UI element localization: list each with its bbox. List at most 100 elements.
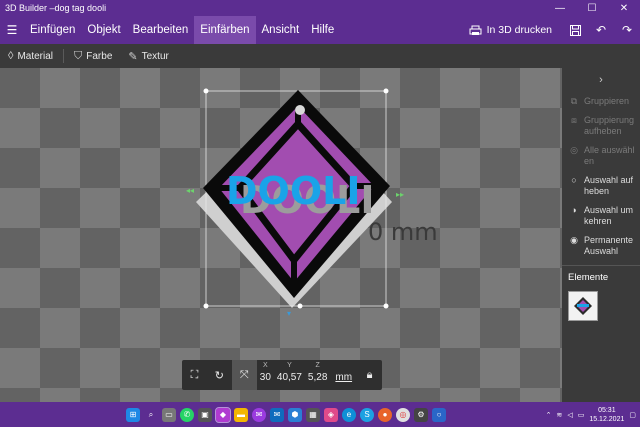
rotate-tool-button[interactable]: ↻ (207, 360, 232, 390)
wifi-icon[interactable]: ≋ (556, 411, 562, 419)
save-icon[interactable] (562, 16, 588, 44)
x-size-input[interactable]: X 30 (257, 360, 274, 390)
resize-handle[interactable] (383, 88, 389, 94)
maximize-button[interactable]: ☐ (576, 0, 608, 16)
color-label: Farbe (86, 50, 113, 62)
dog-tag-hole (295, 105, 305, 115)
droplet-icon: ◊ (8, 50, 14, 62)
print-3d-button[interactable]: In 3D drucken (459, 24, 562, 36)
clock[interactable]: 05:31 15.12.2021 (589, 406, 624, 424)
panel-item-label: Gruppierung aufheben (584, 115, 635, 136)
window-title: 3D Builder –dog tag dooli (5, 3, 107, 13)
move-arrow-left-icon[interactable]: ◂◂ (186, 186, 194, 195)
dimension-label: 0 mm (368, 218, 438, 246)
notifications-icon[interactable]: ▢ (629, 411, 636, 419)
print-3d-label: In 3D drucken (486, 24, 552, 36)
resize-handle[interactable] (383, 303, 389, 309)
chevron-up-icon[interactable]: ⌃ (546, 411, 552, 419)
messenger-icon[interactable]: ✉ (252, 407, 266, 422)
redo-icon[interactable]: ↷ (614, 16, 640, 44)
move-arrow-right-icon[interactable]: ▸▸ (396, 190, 404, 199)
3d-builder-icon[interactable]: ◆ (215, 406, 231, 423)
panel-item-label: Permanente Auswahl (584, 235, 634, 256)
undo-icon[interactable]: ↶ (588, 16, 614, 44)
resize-handle[interactable] (297, 303, 303, 309)
whatsapp-icon[interactable]: ✆ (180, 407, 194, 422)
start-icon[interactable]: ⊞ (126, 407, 140, 422)
cortana-icon[interactable]: ○ (432, 407, 446, 422)
material-button[interactable]: ◊ Material (0, 50, 61, 62)
menu-objekt[interactable]: Objekt (81, 16, 126, 44)
speaker-icon[interactable]: ◁ (567, 411, 572, 419)
system-tray: ⌃ ≋ ◁ ▭ 05:31 15.12.2021 ▢ (546, 402, 636, 427)
color-toolbar: ◊ Material ⛉ Farbe ✎ Textur (0, 44, 640, 68)
invert-selection-icon: ◑ (571, 205, 577, 215)
deselect-icon: ○ (571, 175, 577, 185)
move-arrow-down-icon[interactable]: ▾ (287, 309, 291, 318)
texture-button[interactable]: ✎ Textur (120, 50, 176, 63)
chrome-icon[interactable]: ◎ (396, 407, 410, 422)
panel-item-label: Auswahl aufheben (584, 175, 634, 196)
dog-tag-thumbnail-icon (574, 297, 592, 315)
panel-collapse-chevron-icon[interactable]: › (562, 68, 640, 92)
edge-icon[interactable]: e (342, 407, 356, 422)
3d-viewport[interactable]: DOOLI DOOLI ◂◂ ▸▸ ▾ 0 mm ⛶ ↻ ⤧ X 30 Y 40… (0, 68, 562, 402)
lock-icon: 🔒︎ (366, 368, 373, 381)
panel-item-label: Auswahl umkehren (584, 205, 634, 226)
y-size-value: 40,57 (276, 372, 302, 383)
mail-icon[interactable]: ✉ (270, 407, 284, 422)
printer-icon (469, 25, 482, 35)
unit-selector[interactable]: mm (330, 360, 357, 390)
print-3d-app-icon[interactable]: ⬢ (288, 407, 302, 422)
title-bar: 3D Builder –dog tag dooli — ☐ ✕ (0, 0, 640, 16)
taskbar: ⊞ ⌕ ▭ ✆ ▣ ◆ ▬ ✉ ✉ ⬢ ▦ ◈ e S ● ◎ ⚙ ○ ⌃ ≋ … (0, 402, 640, 427)
hamburger-menu-icon[interactable]: ☰ (0, 23, 24, 37)
y-axis-label: Y (287, 362, 292, 369)
task-view-icon[interactable]: ▭ (162, 407, 176, 422)
minimize-button[interactable]: — (544, 0, 576, 16)
menu-einfuegen[interactable]: Einfügen (24, 16, 81, 44)
close-button[interactable]: ✕ (608, 0, 640, 16)
move-icon: ⛶ (190, 368, 199, 381)
right-panel: › ⧉ Gruppieren ⧈ Gruppierung aufheben ◎ … (562, 68, 640, 402)
color-button[interactable]: ⛉ Farbe (66, 50, 120, 63)
scale-tool-button[interactable]: ⤧ (231, 360, 257, 390)
toolbar-divider (63, 49, 65, 63)
element-thumbnail[interactable] (568, 291, 598, 321)
scale-icon: ⤧ (239, 368, 249, 381)
y-size-input[interactable]: Y 40,57 (274, 360, 305, 390)
panel-invert-selection-button[interactable]: ◑ Auswahl umkehren (562, 201, 640, 231)
panel-permanent-selection-button[interactable]: ◉ Permanente Auswahl (562, 231, 640, 261)
scene-canvas[interactable]: DOOLI DOOLI ◂◂ ▸▸ ▾ (0, 68, 562, 402)
panel-ungroup-button[interactable]: ⧈ Gruppierung aufheben (562, 111, 640, 141)
skype-icon[interactable]: S (360, 407, 374, 422)
permanent-selection-icon: ◉ (570, 235, 578, 245)
lock-proportions-button[interactable]: 🔒︎ (357, 360, 382, 390)
paint-bucket-icon: ⛉ (74, 49, 83, 62)
move-tool-button[interactable]: ⛶ (182, 360, 207, 390)
transform-toolbar: ⛶ ↻ ⤧ X 30 Y 40,57 Z 5,28 mm 🔒︎ (182, 360, 382, 390)
menu-hilfe[interactable]: Hilfe (305, 16, 340, 44)
calendar-icon[interactable]: ▦ (306, 407, 320, 422)
panel-group-button[interactable]: ⧉ Gruppieren (562, 92, 640, 111)
search-icon[interactable]: ⌕ (144, 408, 158, 422)
resize-handle[interactable] (203, 88, 209, 94)
taskbar-icons: ⊞ ⌕ ▭ ✆ ▣ ◆ ▬ ✉ ✉ ⬢ ▦ ◈ e S ● ◎ ⚙ ○ (126, 402, 446, 427)
app-window: 3D Builder –dog tag dooli — ☐ ✕ ☰ Einfüg… (0, 0, 640, 427)
brush-icon: ✎ (128, 50, 138, 63)
firefox-icon[interactable]: ● (378, 407, 392, 422)
paint-3d-icon[interactable]: ◈ (324, 407, 338, 422)
menu-ansicht[interactable]: Ansicht (256, 16, 306, 44)
panel-select-all-button[interactable]: ◎ Alle auswählen (562, 141, 640, 171)
resize-handle[interactable] (203, 303, 209, 309)
panel-deselect-button[interactable]: ○ Auswahl aufheben (562, 171, 640, 201)
select-all-icon: ◎ (570, 145, 578, 155)
z-size-input[interactable]: Z 5,28 (305, 360, 330, 390)
file-explorer-icon[interactable]: ▬ (234, 407, 248, 422)
menu-bearbeiten[interactable]: Bearbeiten (127, 16, 195, 44)
battery-icon[interactable]: ▭ (578, 411, 585, 419)
panel-item-label: Gruppieren (584, 96, 630, 106)
menu-einfaerben[interactable]: Einfärben (194, 16, 256, 44)
settings-icon[interactable]: ⚙ (414, 407, 428, 422)
photos-icon[interactable]: ▣ (198, 407, 212, 422)
